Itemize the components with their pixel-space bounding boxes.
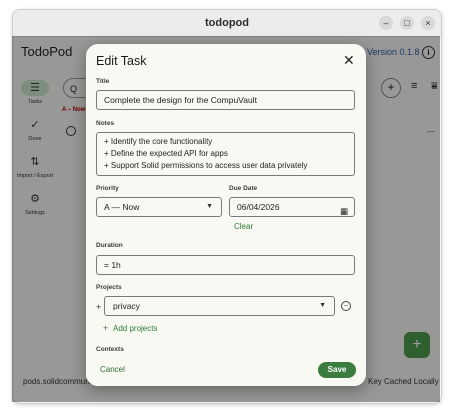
close-icon[interactable]: ✕ — [343, 52, 355, 69]
title-field[interactable]: Complete the design for the CompuVault — [96, 90, 355, 110]
notes-line: + Identify the core functionality — [104, 137, 213, 146]
notes-line: + Define the expected API for apps — [104, 149, 228, 158]
close-window-button[interactable]: × — [421, 16, 435, 30]
priority-select[interactable]: A — Now ▼ — [96, 197, 222, 217]
remove-project-icon[interactable]: – — [341, 301, 351, 311]
project-value: privacy — [113, 301, 140, 311]
title-value: Complete the design for the CompuVault — [104, 95, 257, 105]
maximize-button[interactable]: □ — [400, 16, 414, 30]
due-date-label: Due Date — [229, 185, 258, 192]
minimize-button[interactable]: – — [379, 16, 393, 30]
add-icon: + — [103, 323, 109, 333]
cancel-button[interactable]: Cancel — [100, 365, 125, 374]
priority-value: A — Now — [104, 202, 140, 212]
window-title: todopod — [205, 17, 249, 29]
calendar-icon[interactable]: ▦ — [340, 202, 348, 220]
notes-field[interactable]: + Identify the core functionality + Defi… — [96, 132, 355, 176]
chevron-down-icon: ▼ — [319, 302, 326, 309]
project-select[interactable]: privacy ▼ — [104, 296, 335, 316]
duration-value: = 1h — [104, 260, 121, 270]
notes-label: Notes — [96, 120, 115, 127]
clear-date-button[interactable]: Clear — [234, 222, 253, 231]
plus-icon: + — [96, 302, 102, 312]
save-button[interactable]: Save — [318, 362, 356, 378]
due-date-value: 06/04/2026 — [237, 202, 280, 212]
duration-label: Duration — [96, 242, 123, 249]
priority-label: Priority — [96, 185, 119, 192]
contexts-label: Contexts — [96, 346, 124, 353]
title-label: Title — [96, 78, 110, 85]
dialog-footer: Cancel Save — [86, 356, 366, 386]
title-bar: todopod – □ × — [13, 10, 441, 37]
dialog-title: Edit Task — [96, 54, 147, 68]
projects-label: Projects — [96, 284, 122, 291]
notes-line: + Support Solid permissions to access us… — [104, 161, 308, 170]
edit-task-dialog: Edit Task ✕ Title Complete the design fo… — [86, 44, 366, 386]
chevron-down-icon: ▼ — [206, 203, 213, 210]
due-date-field[interactable]: 06/04/2026 ▦ — [229, 197, 355, 217]
add-projects-button[interactable]: Add projects — [113, 324, 157, 333]
duration-field[interactable]: = 1h — [96, 255, 355, 275]
